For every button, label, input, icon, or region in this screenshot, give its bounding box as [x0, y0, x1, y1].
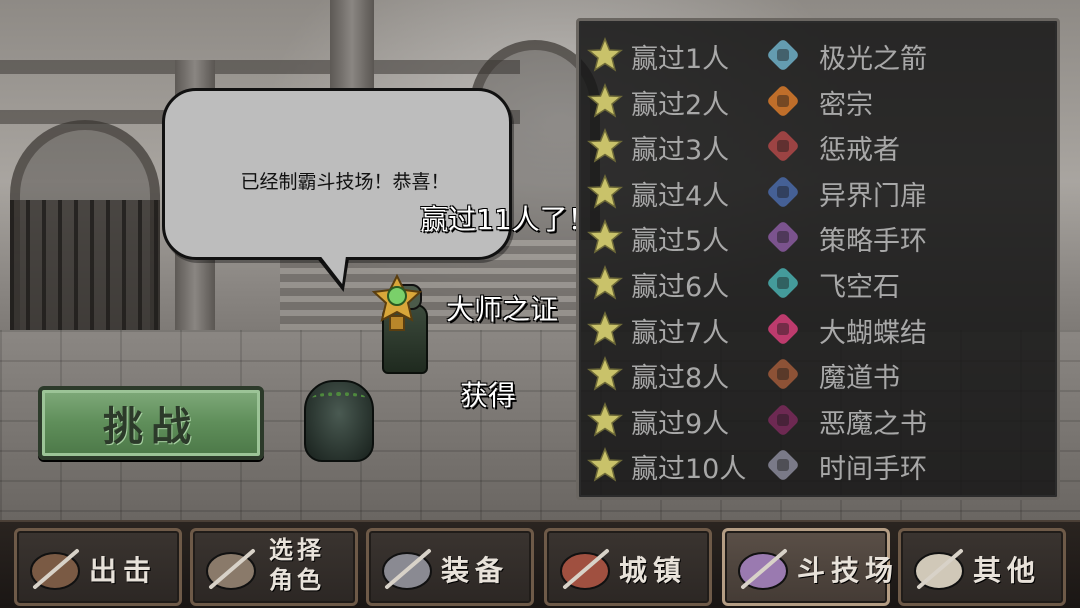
player-character	[304, 380, 374, 462]
star-icon	[587, 37, 623, 72]
card-icon	[768, 176, 798, 207]
nav-label: 装备	[441, 554, 510, 587]
reward-requirement: 赢过2人	[631, 89, 730, 121]
speech-bubble-text: 已经制霸斗技场！恭喜！	[240, 171, 450, 193]
nav-label: 斗技场	[797, 554, 900, 587]
nav-arena-button[interactable]: 斗技场	[722, 528, 893, 606]
character-icon	[206, 549, 256, 590]
nav-character-button[interactable]: 选择 角色	[190, 528, 358, 606]
badge-name-text: 大师之证	[446, 293, 559, 326]
nav-label: 城镇	[619, 554, 688, 587]
reward-item-name: 极光之箭	[819, 44, 927, 75]
master-badge-icon	[371, 273, 423, 331]
town-icon	[560, 549, 610, 590]
star-icon	[587, 265, 623, 300]
star-icon	[587, 128, 623, 163]
time-bracelet-icon	[768, 450, 798, 481]
star-icon	[587, 401, 623, 437]
reward-item-name: 飞空石	[819, 272, 900, 303]
reward-row: 赢过9人 恶魔之书	[579, 398, 1059, 442]
reward-item-name: 策略手环	[819, 226, 927, 258]
reward-requirement: 赢过8人	[631, 363, 730, 395]
book-icon	[768, 359, 798, 390]
reward-requirement: 赢过10人	[631, 454, 747, 486]
reward-requirement: 赢过6人	[631, 272, 730, 303]
reward-row: 赢过1人 极光之箭	[579, 33, 1059, 77]
dark-book-icon	[768, 404, 798, 435]
hammer-icon	[768, 131, 798, 162]
reward-row: 赢过2人 密宗	[579, 79, 1059, 123]
reward-row: 赢过3人 惩戒者	[579, 124, 1059, 168]
nav-sortie-button[interactable]: 出击	[14, 528, 182, 606]
reward-requirement: 赢过5人	[631, 226, 730, 258]
nav-label: 其他	[973, 554, 1042, 587]
reward-requirement: 赢过1人	[631, 44, 730, 75]
challenge-button[interactable]: 挑战	[38, 386, 264, 460]
wins-count-text: 赢过11人了！	[420, 203, 596, 236]
reward-row: 赢过6人 飞空石	[579, 261, 1059, 305]
scroll-icon	[914, 549, 964, 590]
reward-row: 赢过5人 策略手环	[579, 215, 1059, 259]
star-icon	[587, 219, 623, 255]
reward-requirement: 赢过4人	[631, 180, 730, 212]
spear-icon	[768, 85, 798, 116]
bracelet-icon	[768, 222, 798, 253]
reward-row: 赢过8人 魔道书	[579, 352, 1059, 396]
nav-label: 选择 角色	[269, 536, 325, 594]
star-icon	[587, 356, 623, 391]
sortie-icon	[30, 549, 80, 590]
reward-row: 赢过4人 异界门扉	[579, 170, 1059, 214]
obtained-text: 获得	[460, 379, 517, 412]
rewards-panel: 赢过1人 极光之箭 赢过2人 密宗 赢过3人 惩戒者 赢过4人 异界门扉 赢过5人 策略手环 赢过6…	[576, 18, 1060, 500]
reward-item-name: 大蝴蝶结	[819, 317, 927, 349]
reward-requirement: 赢过9人	[631, 408, 730, 440]
wall-ledge	[0, 60, 520, 74]
nav-scroll-button[interactable]: 其他	[898, 528, 1066, 606]
reward-requirement: 赢过3人	[631, 135, 730, 167]
star-icon	[587, 82, 623, 118]
iron-gate	[10, 200, 160, 340]
reward-item-name: 时间手环	[819, 454, 927, 486]
reward-item-name: 密宗	[819, 89, 873, 121]
reward-item-name: 惩戒者	[819, 135, 900, 167]
star-icon	[587, 173, 623, 209]
reward-item-name: 异界门扉	[819, 180, 927, 212]
reward-row: 赢过7人 大蝴蝶结	[579, 307, 1059, 351]
bottom-nav: 出击 选择 角色 装备 城镇 斗技场 其他	[0, 520, 1080, 608]
crystal-icon	[768, 268, 798, 298]
star-icon	[587, 310, 623, 346]
reward-item-name: 恶魔之书	[819, 408, 927, 440]
arrow-icon	[768, 40, 798, 70]
reward-row: 赢过10人 时间手环	[579, 443, 1059, 487]
armor-icon	[382, 549, 432, 590]
arena-icon	[738, 549, 788, 590]
nav-armor-button[interactable]: 装备	[366, 528, 534, 606]
challenge-button-label: 挑战	[103, 404, 199, 450]
reward-item-name: 魔道书	[819, 363, 900, 395]
nav-label: 出击	[89, 554, 158, 587]
nav-town-button[interactable]: 城镇	[544, 528, 712, 606]
leaf-wreath	[312, 392, 366, 404]
bow-icon	[768, 313, 798, 344]
star-icon	[587, 447, 623, 483]
reward-requirement: 赢过7人	[631, 317, 730, 349]
